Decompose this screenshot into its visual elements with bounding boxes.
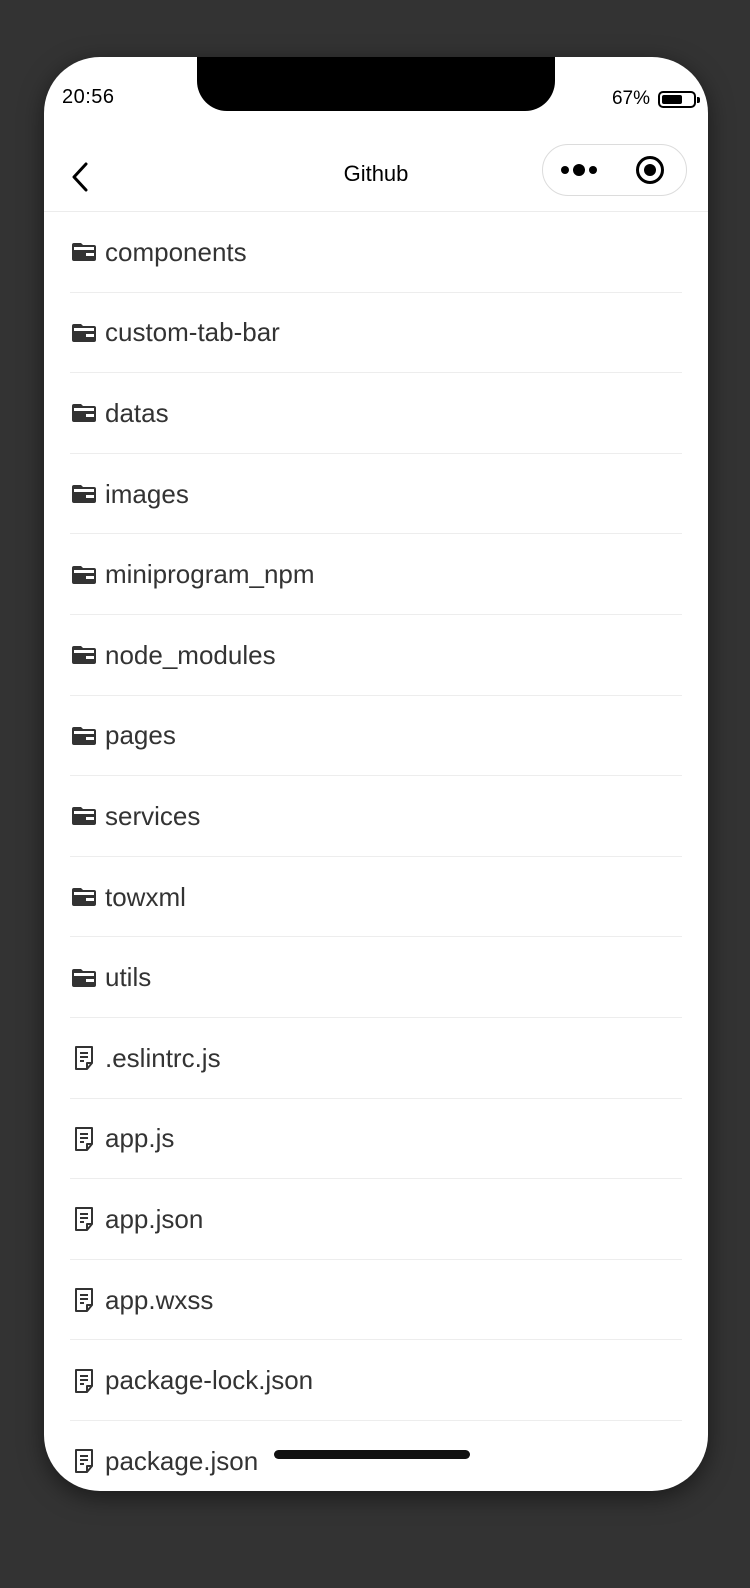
folder-icon — [71, 239, 97, 265]
folder-icon — [71, 400, 97, 426]
row-label: .eslintrc.js — [105, 1042, 221, 1073]
folder-row[interactable]: pages — [44, 696, 708, 777]
battery-cap — [697, 96, 700, 103]
close-miniprogram-button[interactable] — [615, 145, 686, 195]
folder-icon — [71, 965, 97, 991]
row-label: pages — [105, 720, 176, 751]
file-icon — [71, 1045, 97, 1071]
row-label: miniprogram_npm — [105, 559, 315, 590]
folder-row[interactable]: services — [44, 776, 708, 857]
file-icon — [71, 1206, 97, 1232]
more-button[interactable] — [543, 145, 614, 195]
folder-icon — [71, 562, 97, 588]
row-label: app.wxss — [105, 1284, 214, 1315]
folder-row[interactable]: components — [44, 212, 708, 293]
row-label: datas — [105, 397, 169, 428]
folder-icon — [71, 803, 97, 829]
more-dots-icon — [560, 164, 597, 176]
file-icon — [71, 1287, 97, 1313]
folder-row[interactable]: miniprogram_npm — [44, 534, 708, 615]
folder-icon — [71, 320, 97, 346]
file-icon — [71, 1126, 97, 1152]
file-row[interactable]: app.js — [44, 1099, 708, 1180]
row-label: custom-tab-bar — [105, 317, 280, 348]
battery-fill — [662, 94, 682, 104]
status-time: 20:56 — [62, 86, 115, 108]
file-row[interactable]: package-lock.json — [44, 1340, 708, 1421]
battery-icon — [658, 90, 700, 108]
row-label: utils — [105, 962, 152, 993]
phone-screen: 20:56 67% Github components custom-tab-b… — [44, 57, 708, 1491]
folder-row[interactable]: towxml — [44, 857, 708, 938]
file-list: components custom-tab-bar datas images minip… — [44, 212, 708, 1491]
row-label: app.json — [105, 1203, 204, 1234]
folder-row[interactable]: utils — [44, 937, 708, 1018]
row-label: package.json — [105, 1445, 259, 1476]
folder-row[interactable]: custom-tab-bar — [44, 293, 708, 374]
status-indicators: 67% — [611, 88, 700, 110]
home-indicator — [274, 1450, 470, 1459]
file-row[interactable]: app.wxss — [44, 1260, 708, 1341]
row-label: node_modules — [105, 639, 276, 670]
target-circle-icon — [636, 156, 665, 184]
navigation-bar: Github — [44, 141, 708, 212]
file-row[interactable]: .eslintrc.js — [44, 1018, 708, 1099]
folder-row[interactable]: datas — [44, 373, 708, 454]
row-label: services — [105, 800, 201, 831]
notch — [197, 57, 555, 111]
row-label: towxml — [105, 881, 186, 912]
file-row[interactable]: app.json — [44, 1179, 708, 1260]
file-icon — [71, 1368, 97, 1394]
capsule-buttons — [542, 144, 687, 196]
folder-row[interactable]: images — [44, 454, 708, 535]
row-label: app.js — [105, 1123, 175, 1154]
row-label: images — [105, 478, 189, 509]
row-label: components — [105, 236, 247, 267]
file-icon — [71, 1448, 97, 1474]
battery-percent: 67% — [611, 88, 650, 109]
folder-icon — [71, 481, 97, 507]
folder-icon — [71, 723, 97, 749]
folder-icon — [71, 884, 97, 910]
row-label: package-lock.json — [105, 1365, 314, 1396]
folder-icon — [71, 642, 97, 668]
folder-row[interactable]: node_modules — [44, 615, 708, 696]
